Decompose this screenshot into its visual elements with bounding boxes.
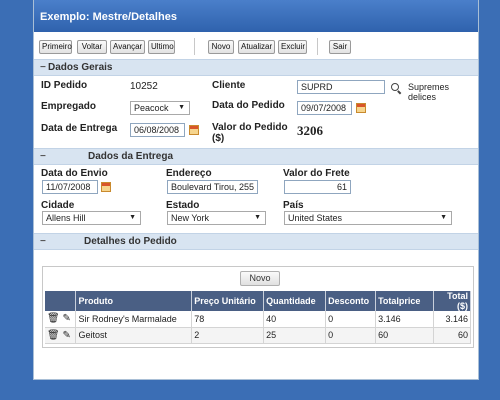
new-row-button[interactable]: Novo	[240, 271, 280, 286]
master-detail-window: Exemplo: Mestre/Detalhes Primeiro Voltar…	[33, 0, 479, 380]
client-label: Cliente	[212, 80, 246, 91]
ship-date-field[interactable]: 11/07/2008	[42, 180, 98, 194]
cell-total[interactable]: 60	[433, 327, 471, 344]
order-value-unit: ($)	[212, 133, 225, 144]
exit-button[interactable]: Sair	[329, 40, 351, 54]
toolbar-separator	[194, 38, 195, 55]
column-header[interactable]: Totalprice	[375, 291, 435, 311]
order-date-field[interactable]: 09/07/2008	[297, 101, 352, 115]
address-label: Endereço	[166, 168, 212, 179]
column-header[interactable]: Produto	[75, 291, 193, 311]
section-title: Dados Gerais	[48, 62, 113, 73]
column-header[interactable]: Quantidade	[263, 291, 327, 311]
cell-desconto[interactable]: 0	[325, 327, 377, 344]
delivery-section-header[interactable]: − Dados da Entrega	[34, 148, 478, 165]
actions-header	[45, 291, 77, 311]
calendar-icon[interactable]	[101, 182, 111, 192]
order-id-label: ID Pedido	[41, 80, 88, 91]
cell-total[interactable]: 3.146	[433, 311, 471, 328]
column-header[interactable]: Total ($)	[433, 291, 471, 311]
collapse-icon[interactable]: −	[40, 234, 46, 249]
country-select[interactable]: United States ▼	[284, 211, 452, 225]
order-date-label: Data do Pedido	[212, 100, 285, 111]
cell-quantidade[interactable]: 40	[263, 311, 327, 328]
cell-preco[interactable]: 78	[191, 311, 265, 328]
state-value: New York	[171, 213, 210, 223]
delivery-date-field[interactable]: 06/08/2008	[130, 123, 185, 137]
trash-icon[interactable]: 🗑	[47, 313, 60, 324]
cell-preco[interactable]: 2	[191, 327, 265, 344]
delete-button[interactable]: Excluir	[278, 40, 307, 54]
window-title: Exemplo: Mestre/Detalhes	[34, 0, 478, 32]
dropdown-arrow-icon: ▼	[254, 214, 261, 221]
state-label: Estado	[166, 200, 200, 211]
table-row[interactable]: 🗑 ✎ Sir Rodney's Marmalade 78 40 0 3.146…	[45, 311, 471, 328]
employee-value: Peacock	[134, 103, 169, 113]
toolbar: Primeiro Voltar Avançar Ultimo Novo Atua…	[34, 32, 478, 60]
row-actions: 🗑 ✎	[45, 311, 77, 328]
ship-date-label: Data do Envio	[41, 168, 108, 179]
general-section-header[interactable]: − Dados Gerais	[34, 59, 478, 76]
calendar-icon[interactable]	[189, 125, 199, 135]
dropdown-arrow-icon: ▼	[178, 104, 185, 111]
update-button[interactable]: Atualizar	[238, 40, 275, 54]
freight-label: Valor do Frete	[283, 168, 350, 179]
collapse-icon[interactable]: −	[40, 60, 46, 75]
state-select[interactable]: New York ▼	[167, 211, 266, 225]
collapse-icon[interactable]: −	[40, 149, 46, 164]
table-header-row: Produto Preço Unitário Quantidade Descon…	[45, 291, 471, 311]
section-title: Dados da Entrega	[88, 151, 174, 162]
details-grid-container: Novo Produto Preço Unitário Quantidade D…	[42, 266, 474, 348]
column-header[interactable]: Desconto	[325, 291, 377, 311]
calendar-icon[interactable]	[356, 103, 366, 113]
cell-quantidade[interactable]: 25	[263, 327, 327, 344]
cell-totalprice[interactable]: 60	[375, 327, 435, 344]
search-icon[interactable]	[391, 83, 401, 93]
employee-select[interactable]: Peacock ▼	[130, 101, 190, 115]
cell-produto[interactable]: Geitost	[75, 327, 193, 344]
cell-produto[interactable]: Sir Rodney's Marmalade	[75, 311, 193, 328]
order-value: 3206	[297, 123, 323, 138]
first-button[interactable]: Primeiro	[39, 40, 72, 54]
dropdown-arrow-icon: ▼	[129, 214, 136, 221]
details-section-header[interactable]: − Detalhes do Pedido	[34, 233, 478, 250]
pencil-icon[interactable]: ✎	[62, 330, 70, 341]
client-code-field[interactable]: SUPRD	[297, 80, 385, 94]
toolbar-separator	[317, 38, 318, 55]
country-label: País	[283, 200, 304, 211]
next-button[interactable]: Avançar	[110, 40, 145, 54]
order-value-label: Valor do Pedido	[212, 122, 288, 133]
trash-icon[interactable]: 🗑	[47, 330, 60, 341]
prev-button[interactable]: Voltar	[77, 40, 107, 54]
table-row[interactable]: 🗑 ✎ Geitost 2 25 0 60 60	[45, 327, 471, 344]
city-value: Allens Hill	[46, 213, 86, 223]
city-label: Cidade	[41, 200, 75, 211]
new-button[interactable]: Novo	[208, 40, 234, 54]
employee-label: Empregado	[41, 101, 97, 112]
delivery-date-label: Data de Entrega	[41, 123, 118, 134]
column-header[interactable]: Preço Unitário	[191, 291, 265, 311]
country-value: United States	[288, 213, 343, 223]
details-table: Produto Preço Unitário Quantidade Descon…	[45, 291, 471, 344]
cell-desconto[interactable]: 0	[325, 311, 377, 328]
dropdown-arrow-icon: ▼	[440, 214, 447, 221]
city-select[interactable]: Allens Hill ▼	[42, 211, 141, 225]
last-button[interactable]: Ultimo	[148, 40, 175, 54]
row-actions: 🗑 ✎	[45, 327, 77, 344]
order-id-value: 10252	[130, 81, 158, 92]
client-name: Supremes delices	[408, 82, 450, 102]
freight-field[interactable]: 61	[284, 180, 351, 194]
pencil-icon[interactable]: ✎	[62, 313, 70, 324]
cell-totalprice[interactable]: 3.146	[375, 311, 435, 328]
address-field[interactable]: Boulevard Tirou, 255	[167, 180, 258, 194]
section-title: Detalhes do Pedido	[84, 236, 177, 247]
